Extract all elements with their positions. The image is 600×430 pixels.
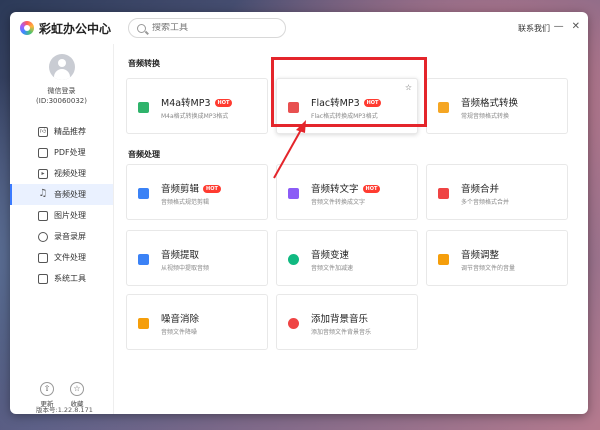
search-icon <box>137 23 146 33</box>
sidebar-item-system[interactable]: 系统工具 <box>10 268 113 289</box>
tool-card-audio-volume[interactable]: 音频调整 调节音频文件的音量 <box>426 230 568 286</box>
bgm-icon <box>288 318 299 329</box>
section-title: 音频转换 <box>128 59 160 68</box>
search-box[interactable] <box>128 18 286 38</box>
app-title: 彩虹办公中心 <box>39 21 112 36</box>
card-desc: 常规音频格式转换 <box>461 113 510 120</box>
audio-speed-icon <box>288 254 299 265</box>
tool-card-bgm[interactable]: 添加背景音乐 添加音频文件背景音乐 <box>276 294 418 350</box>
tool-card-audio-merge[interactable]: 音频合并 多个音频格式合并 <box>426 164 568 220</box>
video-icon: ▸ <box>38 168 48 179</box>
sidebar-item-label: 音频处理 <box>54 190 86 199</box>
hot-badge: HOT <box>362 185 381 193</box>
sidebar-item-label: 文件处理 <box>54 253 86 262</box>
card-desc: 音频格式规范剪辑 <box>161 199 210 206</box>
user-id: (ID:30060032) <box>36 97 87 105</box>
highlight-annotation-box <box>271 57 427 127</box>
thumb-up-icon: 👍︎ <box>38 126 48 137</box>
sidebar-nav: 👍︎ 精品推荐 PDF处理 ▸ 视频处理 ♫ 音频处理 图片处理 录音录屏 文件处理 … <box>10 121 113 289</box>
card-title: 音频变速 <box>311 250 350 261</box>
sidebar-item-label: PDF处理 <box>54 148 86 157</box>
audio-convert-icon <box>438 102 449 113</box>
avatar[interactable] <box>48 54 75 80</box>
card-title: 添加背景音乐 <box>311 314 369 325</box>
title-bar: 彩虹办公中心 联系我们 — ✕ <box>10 12 588 44</box>
update-icon: ⇧ <box>40 382 54 396</box>
sidebar-item-label: 精品推荐 <box>54 127 86 136</box>
wechat-login-link[interactable]: 微信登录 <box>10 86 113 96</box>
sidebar-item-video[interactable]: ▸ 视频处理 <box>10 163 113 184</box>
card-title: 噪音消除 <box>161 314 200 325</box>
sidebar-item-file[interactable]: 文件处理 <box>10 247 113 268</box>
sidebar-item-label: 系统工具 <box>54 274 86 283</box>
card-desc: 添加音频文件背景音乐 <box>311 329 372 336</box>
card-title: 音频剪辑 <box>161 184 200 195</box>
tool-card-m4a-mp3[interactable]: M4a转MP3 HOT M4a格式转换成MP3格式 <box>126 78 268 134</box>
sidebar-item-image[interactable]: 图片处理 <box>10 205 113 226</box>
audio-cut-icon <box>138 188 149 199</box>
card-title: 音频提取 <box>161 250 200 261</box>
rainbow-logo-icon <box>20 21 34 35</box>
tool-card-audio-speed[interactable]: 音频变速 音频文件加减速 <box>276 230 418 286</box>
version-label: 版本号:1.22.8.171 <box>36 406 93 414</box>
audio-volume-icon <box>438 254 449 265</box>
tool-card-audio-convert[interactable]: 音频格式转换 常规音频格式转换 <box>426 78 568 134</box>
sidebar-item-label: 图片处理 <box>54 211 86 220</box>
section-title: 音频处理 <box>128 150 160 159</box>
minimize-icon[interactable]: — <box>554 21 564 32</box>
card-desc: 多个音频格式合并 <box>461 199 510 206</box>
record-icon <box>38 231 48 242</box>
card-title: 音频调整 <box>461 250 500 261</box>
card-title: 音频转文字 <box>311 184 359 195</box>
folder-icon <box>38 252 48 263</box>
card-desc: 音频文件加减速 <box>311 265 354 272</box>
sidebar-item-recommended[interactable]: 👍︎ 精品推荐 <box>10 121 113 142</box>
card-desc: M4a格式转换成MP3格式 <box>161 113 229 120</box>
sidebar-item-label: 视频处理 <box>54 169 86 178</box>
card-desc: 调节音频文件的音量 <box>461 265 516 272</box>
sidebar-item-record[interactable]: 录音录屏 <box>10 226 113 247</box>
contact-us-link[interactable]: 联系我们 <box>518 23 550 34</box>
hot-badge: HOT <box>203 185 221 193</box>
audio-merge-icon <box>438 188 449 199</box>
tool-card-noise-remove[interactable]: 噪音消除 音频文件降噪 <box>126 294 268 350</box>
app-logo: 彩虹办公中心 <box>20 20 128 37</box>
card-desc: 音频文件转换成文字 <box>311 199 366 206</box>
pdf-icon <box>38 147 48 158</box>
sidebar: 微信登录 (ID:30060032) 👍︎ 精品推荐 PDF处理 ▸ 视频处理 ♫ 音… <box>10 44 114 414</box>
tool-card-audio-cut[interactable]: 音频剪辑 HOT 音频格式规范剪辑 <box>126 164 268 220</box>
card-title: 音频格式转换 <box>461 98 519 109</box>
sidebar-item-audio[interactable]: ♫ 音频处理 <box>10 184 113 205</box>
toolbox-icon <box>38 273 48 284</box>
annotation-arrow-icon <box>273 120 306 179</box>
m4a-icon <box>138 102 149 113</box>
noise-remove-icon <box>138 318 149 329</box>
card-title: 音频合并 <box>461 184 500 195</box>
music-note-icon: ♫ <box>38 187 48 199</box>
image-icon <box>38 210 48 221</box>
card-desc: 音频文件降噪 <box>161 329 198 336</box>
card-desc: 从视频中提取音频 <box>161 265 210 272</box>
audio-text-icon <box>288 188 299 199</box>
star-icon: ☆ <box>70 382 84 396</box>
close-icon[interactable]: ✕ <box>572 21 580 32</box>
tool-card-audio-extract[interactable]: 音频提取 从视频中提取音频 <box>126 230 268 286</box>
sidebar-item-label: 录音录屏 <box>54 232 86 241</box>
card-title: M4a转MP3 <box>161 98 211 109</box>
sidebar-item-pdf[interactable]: PDF处理 <box>10 142 113 163</box>
audio-extract-icon <box>138 254 149 265</box>
search-input[interactable] <box>152 23 272 33</box>
hot-badge: HOT <box>214 99 233 107</box>
